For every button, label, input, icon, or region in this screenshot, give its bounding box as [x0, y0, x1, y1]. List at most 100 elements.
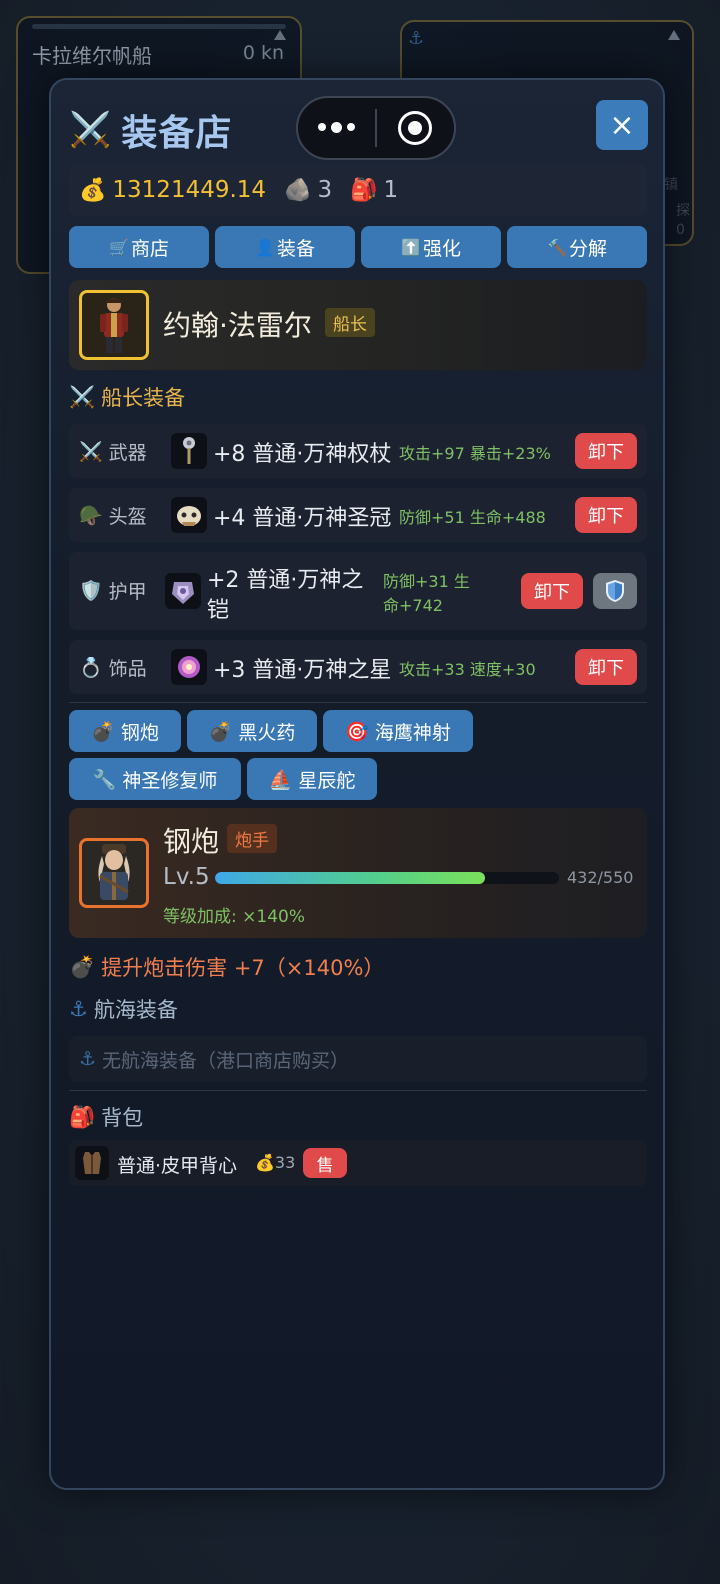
divider [69, 702, 647, 703]
ship-speed: 0 kn [242, 42, 284, 64]
tab-equipment[interactable]: 👤 装备 [215, 226, 355, 268]
slot-accessory: 💍 饰品 [79, 654, 147, 681]
ore-count: 3 [317, 177, 333, 203]
unequip-helmet-button[interactable]: 卸下 [575, 497, 637, 533]
unequip-weapon-button[interactable]: 卸下 [575, 433, 637, 469]
sailing-equipment-title: ⚓ 航海装备 [69, 994, 178, 1024]
unequip-helmet-label: 卸下 [588, 506, 624, 527]
crew-tab-gunpowder[interactable]: 💣 黑火药 [187, 710, 317, 752]
crossed-swords-icon: ⚔️ [69, 110, 112, 150]
helmet-name: +4 普通·万神圣冠 [213, 506, 392, 531]
xp-bar [215, 872, 559, 884]
armor-name-line2: 铠 [207, 598, 230, 623]
crew-member-card[interactable]: 钢炮 炮手 Lv.5 432/550 等级加成: ×140% [69, 808, 647, 938]
helmet-stats: 防御+51 生命+488 [399, 508, 546, 527]
crew-role-badge: 炮手 [227, 824, 277, 853]
tab-enhance-label: 强化 [422, 237, 461, 260]
backpack-item[interactable]: 普通·皮甲背心 💰33 售 [69, 1140, 647, 1186]
arrow-up-icon: ⬆️ [401, 237, 421, 257]
backpack-item-name: 普通·皮甲背心 [117, 1155, 238, 1177]
gold-amount: 13121449.14 [112, 177, 267, 203]
hammer-icon: 🔨 [547, 237, 567, 257]
ship-title: 卡拉维尔帆船 [32, 44, 152, 68]
sailboat-icon: ⛵ [268, 768, 293, 791]
anchor-icon: ⚓ [79, 1048, 97, 1070]
backpack-icon: 🎒 [350, 177, 378, 203]
xp-text: 432/550 [567, 868, 634, 887]
unequip-armor-label: 卸下 [534, 582, 570, 603]
xp-bar-fill [215, 872, 486, 884]
shield-icon: 🛡️ [79, 580, 103, 602]
bomb-icon: 💣 [91, 720, 115, 743]
unequip-weapon-label: 卸下 [588, 442, 624, 463]
armor-stats-line2: 命+742 [383, 596, 443, 615]
divider [69, 1090, 647, 1091]
star-gem-icon [171, 649, 207, 685]
crew-tab-star-helm-label: 星辰舵 [298, 769, 356, 792]
resource-bar: 💰 13121449.14 🪨 3 🎒 1 [69, 164, 647, 216]
money-bag-icon: 💰 [79, 177, 107, 203]
tab-enhance[interactable]: ⬆️ 强化 [361, 226, 501, 268]
target-icon: 🎯 [345, 720, 369, 743]
shield-icon [606, 580, 624, 602]
captain-role-badge: 船长 [325, 308, 375, 337]
crown-icon [171, 497, 207, 533]
crossed-swords-icon: ⚔️ [79, 441, 103, 463]
port-hint-1: 镇 [664, 177, 678, 193]
level-bonus: 等级加成: ×140% [163, 907, 305, 927]
bag-count: 1 [383, 177, 399, 203]
armor-icon [165, 573, 201, 609]
accessory-stats: 攻击+33 速度+30 [399, 660, 536, 679]
sailing-equipment-empty-text: 无航海装备（港口商店购买） [102, 1049, 350, 1072]
armor-name-line1: +2 普通·万神之 [207, 568, 364, 593]
close-button[interactable]: × [596, 100, 648, 150]
unequip-armor-button[interactable]: 卸下 [521, 573, 583, 609]
crew-name: 钢炮 [163, 825, 220, 858]
close-icon: × [609, 107, 635, 143]
slot-helmet: 🪖 头盔 [79, 502, 147, 529]
anchor-icon: ⚓ [408, 28, 425, 49]
backpack-icon: 🎒 [69, 1104, 96, 1129]
ring-icon: 💍 [79, 657, 103, 679]
armor-stats-line1: 防御+31 生 [383, 572, 470, 591]
helmet-icon: 🪖 [79, 505, 103, 527]
collapse-icon[interactable] [274, 30, 286, 40]
exit-miniprogram-icon[interactable] [377, 111, 454, 145]
sailing-equipment-empty: ⚓ 无航海装备（港口商店购买） [69, 1036, 647, 1082]
crossed-swords-icon: ⚔️ [69, 384, 96, 409]
equipment-shop-modal: ⚔️ 装备店 × 💰 13121449.14 🪨 3 🎒 1 🛒 商店 👤 装备… [49, 78, 665, 1490]
more-menu-icon[interactable] [298, 122, 375, 133]
crew-tab-star-helm[interactable]: ⛵ 星辰舵 [247, 758, 377, 800]
captain-name: 约翰·法雷尔 [163, 309, 312, 342]
tab-shop-label: 商店 [130, 237, 169, 260]
captain-equipment-title-text: 船长装备 [101, 386, 186, 410]
crew-portrait [79, 838, 149, 908]
armor-shield-button[interactable] [593, 573, 637, 609]
crew-tab-gunpowder-label: 黑火药 [238, 721, 296, 744]
slot-helmet-label: 头盔 [108, 506, 147, 528]
money-bag-icon: 💰 [255, 1153, 275, 1172]
tab-disassemble-label: 分解 [568, 237, 607, 260]
unequip-accessory-button[interactable]: 卸下 [575, 649, 637, 685]
slot-armor-label: 护甲 [108, 581, 147, 603]
tab-disassemble[interactable]: 🔨 分解 [507, 226, 647, 268]
slot-weapon-label: 武器 [108, 442, 147, 464]
collapse-icon[interactable] [668, 30, 680, 40]
tab-shop[interactable]: 🛒 商店 [69, 226, 209, 268]
crew-tab-repairer[interactable]: 🔧 神圣修复师 [69, 758, 241, 800]
bomb-icon: 💣 [69, 954, 96, 979]
crew-tab-cannon[interactable]: 💣 钢炮 [69, 710, 181, 752]
captain-equipment-title: ⚔️ 船长装备 [69, 382, 185, 412]
modal-title: ⚔️ 装备店 [69, 104, 232, 156]
anchor-icon: ⚓ [69, 997, 88, 1021]
unequip-accessory-label: 卸下 [588, 658, 624, 679]
sell-button[interactable]: 售 [303, 1148, 347, 1178]
crew-tab-sea-hawk[interactable]: 🎯 海鹰神射 [323, 710, 473, 752]
vest-icon [75, 1146, 109, 1180]
slot-armor: 🛡️ 护甲 [79, 577, 147, 604]
backpack-title: 🎒 背包 [69, 1102, 143, 1132]
ore-icon: 🪨 [284, 177, 312, 203]
captain-card[interactable]: 约翰·法雷尔 船长 [69, 280, 647, 370]
backpack-title-text: 背包 [101, 1106, 144, 1130]
sailing-equipment-title-text: 航海装备 [93, 998, 178, 1022]
